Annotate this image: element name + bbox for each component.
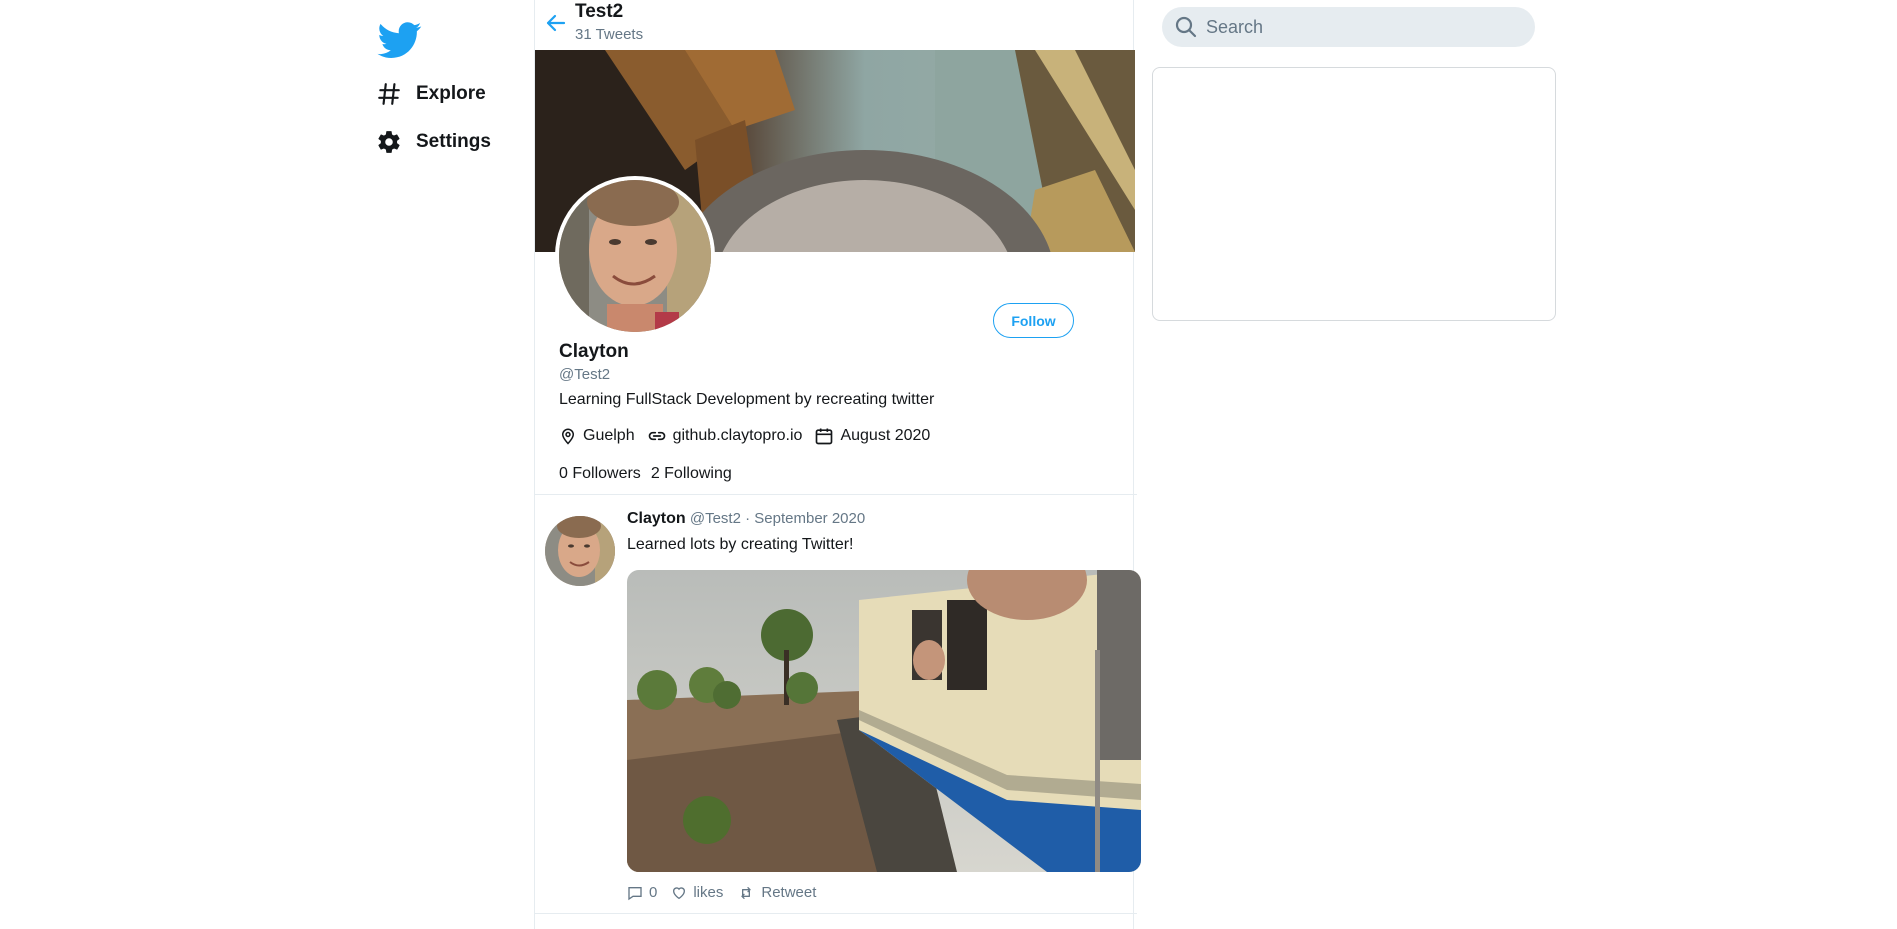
nav-item-label: Settings [416,131,491,152]
page-title: Test2 [575,1,624,22]
reply-button[interactable]: 0 [627,884,657,901]
divider [535,494,1137,495]
twitter-bird-icon[interactable] [376,18,424,62]
location-text: Guelph [583,427,635,444]
back-button[interactable] [541,8,571,38]
tweet-media-image[interactable] [627,570,1141,872]
tweet-date: September 2020 [754,510,866,527]
profile-bio: Learning FullStack Development by recrea… [559,391,935,408]
calendar-icon [816,428,833,445]
profile-website[interactable]: github.claytopro.io [647,426,803,446]
heart-icon [673,886,686,899]
profile-handle: @Test2 [559,366,611,383]
left-nav: Explore Settings [376,18,536,166]
nav-item-label: Explore [416,83,486,104]
nav-item-explore[interactable]: Explore [376,70,536,118]
location-pin-icon [561,428,575,445]
followers-link[interactable]: 0 Followers [559,465,641,483]
arrow-left-icon [546,14,566,32]
follow-button[interactable]: Follow [993,303,1074,338]
divider [535,913,1137,914]
website-link[interactable]: github.claytopro.io [673,427,803,445]
nav-item-settings[interactable]: Settings [376,118,536,166]
profile-column: Test2 31 Tweets Follow Clayton @Test2 Le… [534,0,1141,929]
sidebar-panel [1152,67,1556,321]
tweet-count: 31 Tweets [575,26,644,43]
profile-header-bar: Test2 31 Tweets [535,0,1135,50]
tweet-item[interactable]: Clayton @Test2 · September 2020 Learned … [535,496,1141,914]
gear-icon [376,129,402,155]
profile-counts: 0 Followers 2 Following [559,465,742,483]
profile-meta: Guelph github.claytopro.io August 2020 [559,426,942,446]
search-bar[interactable] [1162,7,1535,47]
search-icon [1175,16,1197,38]
profile-joined: August 2020 [814,426,930,446]
tweet-header: Clayton @Test2 · September 2020 [627,510,865,528]
tweet-author-handle: @Test2 [689,510,741,527]
retweet-icon [741,886,752,899]
tweet-text: Learned lots by creating Twitter! [627,536,854,553]
hashtag-icon [376,81,402,107]
tweet-author-name[interactable]: Clayton [627,510,686,527]
profile-name: Clayton [559,341,629,362]
reply-count: 0 [649,884,658,901]
like-button[interactable]: likes [671,884,723,901]
profile-location: Guelph [559,426,635,446]
search-input[interactable] [1206,16,1506,38]
tweet-separator: · [745,510,751,527]
link-icon [648,431,665,441]
app-root: Explore Settings Test2 31 Tweets Follow … [0,0,1897,929]
tweet-actions: 0 likes Retweet [627,884,830,901]
joined-text: August 2020 [840,427,931,444]
retweet-button[interactable]: Retweet [737,884,816,901]
profile-avatar[interactable] [555,176,715,336]
comment-icon [628,886,642,900]
likes-label: likes [693,884,724,901]
tweet-avatar[interactable] [545,516,615,586]
following-link[interactable]: 2 Following [651,465,732,483]
retweet-label: Retweet [761,884,817,901]
